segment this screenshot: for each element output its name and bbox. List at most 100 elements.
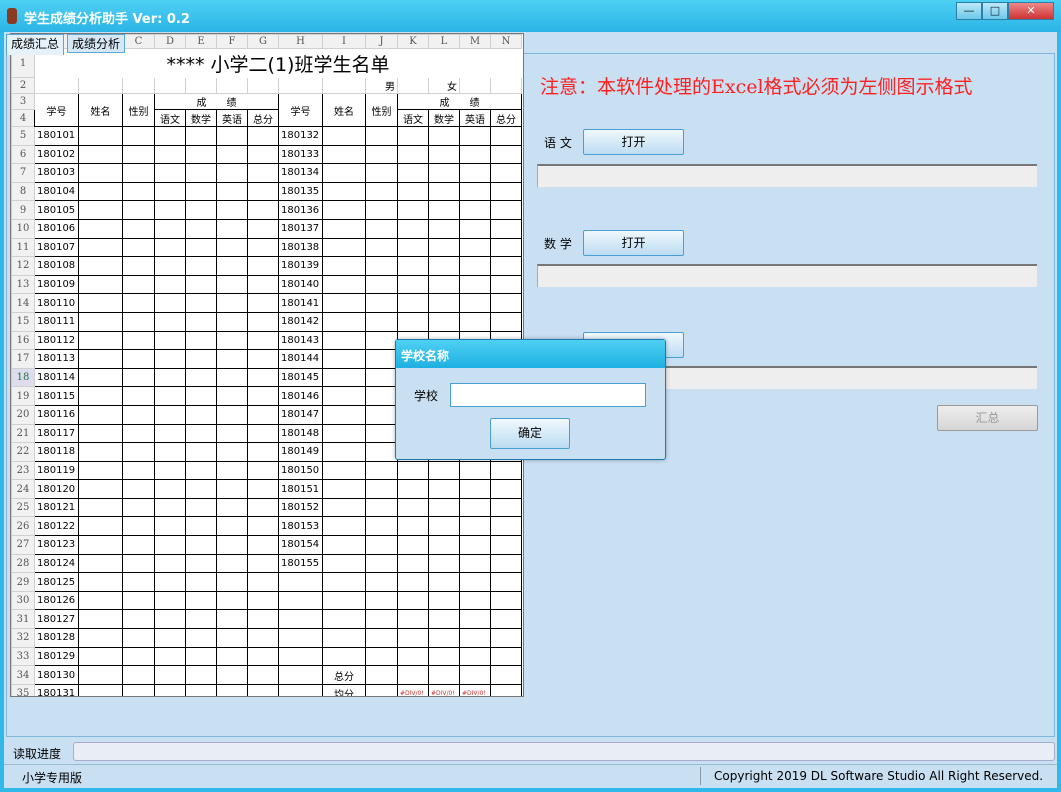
student-id: 180104 xyxy=(34,181,79,202)
cell xyxy=(185,404,217,425)
tab-analysis[interactable]: 成绩分析 xyxy=(67,34,126,53)
cell xyxy=(365,181,398,202)
table-row: 25 180121 180152 xyxy=(11,497,522,518)
cell xyxy=(322,479,366,499)
student-id: 180103 xyxy=(34,163,79,183)
ok-button[interactable]: 确定 xyxy=(490,418,570,449)
cell xyxy=(490,126,522,146)
cell xyxy=(78,256,123,276)
cell xyxy=(247,646,279,667)
school-label: 学校 xyxy=(414,389,439,403)
cell xyxy=(122,665,155,685)
table-row: 24 180120 180151 xyxy=(11,479,522,499)
school-input[interactable] xyxy=(450,383,646,407)
cell xyxy=(365,628,398,648)
cell xyxy=(322,404,366,425)
column-header: J xyxy=(365,34,398,49)
female-label: 女 xyxy=(428,77,460,94)
cell xyxy=(365,479,398,499)
table-row: 13 180109 180140 xyxy=(11,274,522,295)
cell xyxy=(365,126,398,146)
cell xyxy=(247,367,279,388)
cell xyxy=(397,479,429,499)
cell xyxy=(216,683,248,696)
cell xyxy=(459,553,491,574)
cell xyxy=(247,479,279,499)
cell xyxy=(78,404,123,425)
cell xyxy=(322,609,366,630)
student-id: 180105 xyxy=(34,200,79,220)
cell xyxy=(247,200,279,220)
student-id: 180130 xyxy=(34,665,79,685)
cell xyxy=(459,144,491,165)
cell xyxy=(78,386,123,406)
cell xyxy=(322,367,366,388)
summary-button[interactable]: 汇总 xyxy=(937,405,1038,431)
cell xyxy=(428,237,460,258)
cell xyxy=(154,218,186,239)
cell xyxy=(322,572,366,592)
cell xyxy=(490,256,522,276)
cell xyxy=(185,274,217,295)
cell xyxy=(459,628,491,648)
minimize-button[interactable]: — xyxy=(956,2,982,20)
cell xyxy=(459,646,491,667)
student-id: 180126 xyxy=(34,590,79,611)
cell xyxy=(185,386,217,406)
cell xyxy=(247,349,279,369)
cell xyxy=(216,646,248,667)
cell xyxy=(365,572,398,592)
cell: 语文 xyxy=(397,109,429,127)
cell xyxy=(365,553,398,574)
row-header: 5 xyxy=(11,126,35,146)
table-row: 30 180126 xyxy=(11,590,522,611)
cell xyxy=(459,218,491,239)
error-cell: #DIV/0! xyxy=(397,683,429,696)
window-title: 学生成绩分析助手 Ver: 0.2 xyxy=(24,12,190,27)
student-id: 180135 xyxy=(278,181,323,202)
cell xyxy=(216,423,248,444)
student-id: 180128 xyxy=(34,628,79,648)
table-row: 7 180103 180134 xyxy=(11,163,522,183)
cell xyxy=(154,516,186,537)
tab-summary[interactable]: 成绩汇总 xyxy=(6,34,65,55)
student-id: 180124 xyxy=(34,553,79,574)
cell xyxy=(365,423,398,444)
open-math-button[interactable]: 打开 xyxy=(583,230,684,256)
cell xyxy=(122,516,155,537)
row-header: 6 xyxy=(11,144,35,165)
cell xyxy=(78,349,123,369)
cell xyxy=(278,665,323,685)
cell: 数学 xyxy=(428,109,460,127)
cell xyxy=(397,628,429,648)
cell xyxy=(185,516,217,537)
cell xyxy=(490,200,522,220)
table-row: 33 180129 xyxy=(11,646,522,667)
cell xyxy=(154,460,186,481)
row-header: 28 xyxy=(11,553,35,574)
cell xyxy=(397,256,429,276)
cell xyxy=(216,367,248,388)
student-id: 180101 xyxy=(34,126,79,146)
cell xyxy=(365,590,398,611)
cell xyxy=(459,460,491,481)
cell xyxy=(397,274,429,295)
cell xyxy=(397,665,429,685)
cell xyxy=(490,497,522,518)
table-row: 23 180119 180150 xyxy=(11,460,522,481)
cell xyxy=(78,330,123,351)
cell xyxy=(247,516,279,537)
maximize-button[interactable]: □ xyxy=(982,2,1008,20)
cell xyxy=(216,293,248,313)
cell xyxy=(365,330,398,351)
cell xyxy=(78,163,123,183)
cell xyxy=(122,311,155,332)
cell xyxy=(322,218,366,239)
cell xyxy=(247,126,279,146)
open-chinese-button[interactable]: 打开 xyxy=(583,129,684,155)
cell xyxy=(278,572,323,592)
close-button[interactable]: ✕ xyxy=(1008,2,1054,20)
cell xyxy=(154,181,186,202)
cell xyxy=(185,572,217,592)
cell xyxy=(216,163,248,183)
